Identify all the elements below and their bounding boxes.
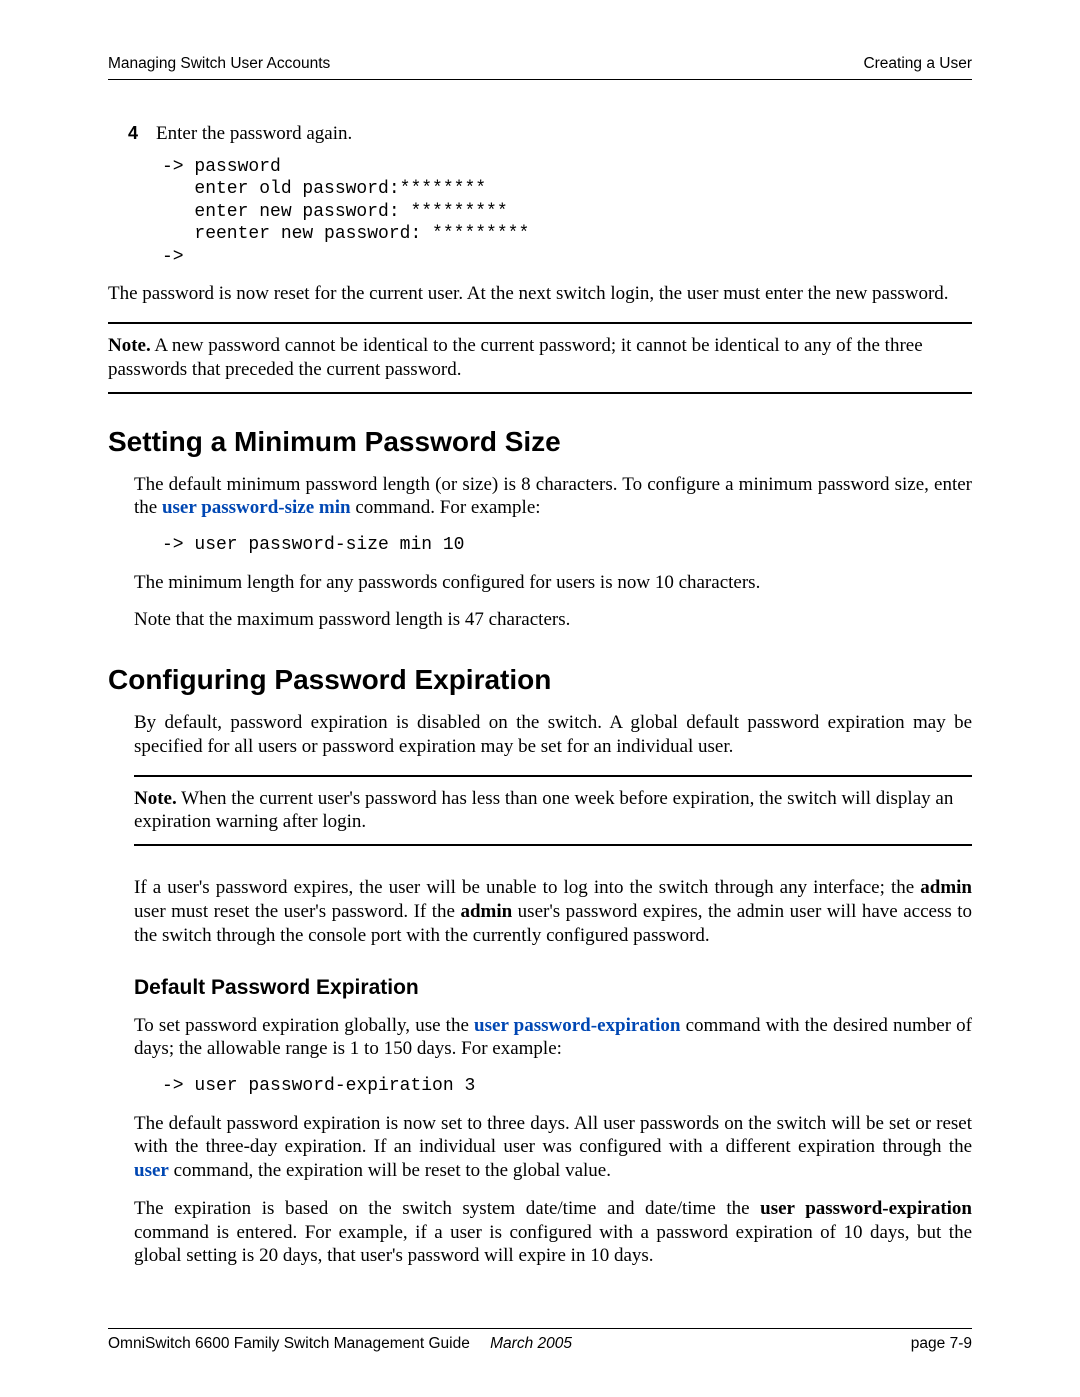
text-fragment: command, the expiration will be reset to…	[169, 1160, 611, 1181]
para-max-length: Note that the maximum password length is…	[134, 608, 972, 632]
note-text: When the current user's password has les…	[134, 788, 953, 833]
para-expiration-basis: The expiration is based on the switch sy…	[134, 1197, 972, 1268]
para-min-length-now: The minimum length for any passwords con…	[134, 571, 972, 595]
note-label: Note.	[134, 788, 177, 809]
code-password-size-min: -> user password-size min 10	[162, 534, 972, 557]
text-fragment: user must reset the user's password. If …	[134, 901, 460, 922]
para-min-size-intro: The default minimum password length (or …	[134, 473, 972, 521]
text-fragment: The expiration is based on the switch sy…	[134, 1198, 760, 1219]
para-admin-expiration: If a user's password expires, the user w…	[134, 876, 972, 947]
step-4: 4 Enter the password again.	[108, 122, 972, 146]
para-default-exp-set: The default password expiration is now s…	[134, 1112, 972, 1183]
footer-date: March 2005	[490, 1335, 572, 1352]
text-fragment: command. For example:	[351, 497, 541, 518]
link-user-password-expiration[interactable]: user password-expiration	[474, 1015, 680, 1036]
link-user-password-size-min[interactable]: user password-size min	[162, 497, 351, 518]
bold-admin: admin	[920, 877, 972, 898]
text-fragment: The default password expiration is now s…	[134, 1113, 972, 1158]
text-fragment: If a user's password expires, the user w…	[134, 877, 920, 898]
bold-user-password-expiration: user password-expiration	[760, 1198, 972, 1219]
page: Managing Switch User Accounts Creating a…	[0, 0, 1080, 1397]
header-right: Creating a User	[863, 55, 972, 73]
page-header: Managing Switch User Accounts Creating a…	[108, 55, 972, 80]
para-default-exp-intro: To set password expiration globally, use…	[134, 1014, 972, 1062]
link-user-command[interactable]: user	[134, 1160, 169, 1181]
code-password-prompt: -> password enter old password:******** …	[162, 156, 972, 269]
note-text: A new password cannot be identical to th…	[108, 335, 923, 380]
note-label: Note.	[108, 335, 151, 356]
step-number: 4	[128, 122, 142, 146]
heading-min-password-size: Setting a Minimum Password Size	[108, 424, 972, 459]
note-expiration-warning: Note. When the current user's password h…	[134, 775, 972, 847]
step-text: Enter the password again.	[156, 122, 352, 146]
para-password-reset: The password is now reset for the curren…	[108, 282, 972, 306]
footer-page: page 7-9	[911, 1335, 972, 1353]
text-fragment: command is entered. For example, if a us…	[134, 1222, 972, 1267]
bold-admin: admin	[460, 901, 512, 922]
note-password-rules: Note. A new password cannot be identical…	[108, 322, 972, 394]
footer-left: OmniSwitch 6600 Family Switch Management…	[108, 1335, 572, 1353]
text-fragment: To set password expiration globally, use…	[134, 1015, 474, 1036]
code-password-expiration: -> user password-expiration 3	[162, 1075, 972, 1098]
footer-title: OmniSwitch 6600 Family Switch Management…	[108, 1335, 470, 1352]
page-footer: OmniSwitch 6600 Family Switch Management…	[108, 1328, 972, 1353]
content: 4 Enter the password again. -> password …	[108, 80, 972, 1268]
heading-password-expiration: Configuring Password Expiration	[108, 662, 972, 697]
heading-default-expiration: Default Password Expiration	[134, 975, 972, 1001]
para-expiration-intro: By default, password expiration is disab…	[134, 711, 972, 759]
header-left: Managing Switch User Accounts	[108, 55, 330, 73]
